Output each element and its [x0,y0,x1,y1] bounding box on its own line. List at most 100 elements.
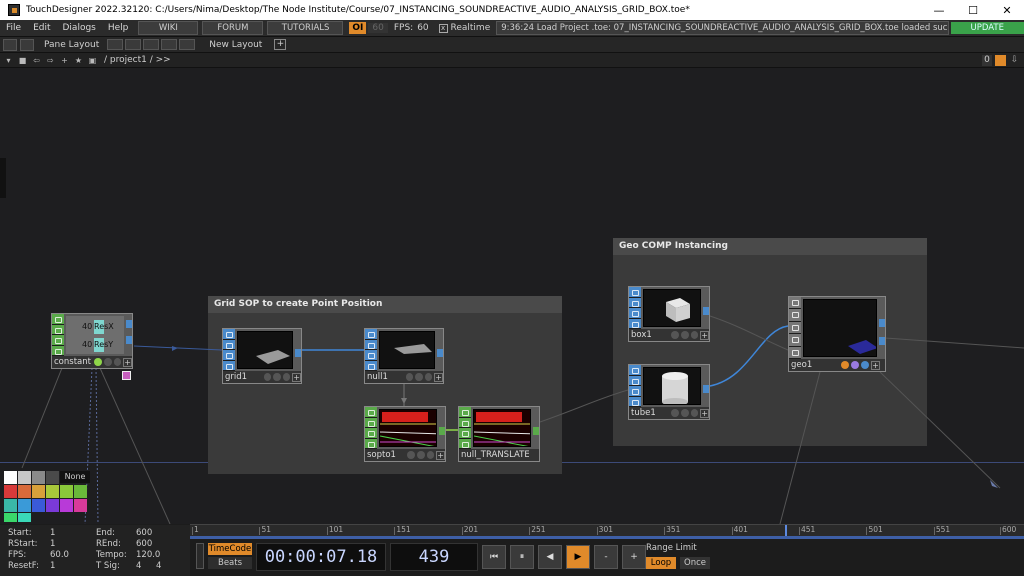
download-icon[interactable]: ⇩ [1009,55,1020,66]
realtime-checkbox[interactable]: x [438,23,448,33]
node-expand-button[interactable]: + [123,357,132,367]
node-null1[interactable]: null1 + [364,328,444,384]
node-tube1[interactable]: tube1 + [628,364,710,420]
node-side-buttons[interactable] [52,314,64,356]
loop-button[interactable]: Loop [646,557,676,569]
minimize-button[interactable]: — [922,4,956,17]
tsig-denominator[interactable]: 4 [156,561,161,571]
node-box1[interactable]: box1 + [628,286,710,342]
tsig-numerator[interactable]: 4 [136,561,141,571]
node-output-connector[interactable] [295,349,301,357]
palette-swatch[interactable] [4,513,17,522]
palette-icon[interactable]: ▣ [87,55,98,66]
palette-swatch[interactable] [60,499,73,512]
pane-split-horizontal-icon[interactable] [125,39,142,50]
node-output-connector[interactable] [879,337,885,345]
palette-swatch[interactable] [4,471,17,484]
viewer-toggle-button[interactable] [995,55,1006,66]
viewer-flag[interactable] [671,331,679,339]
palette-swatch[interactable] [74,499,87,512]
menu-file[interactable]: File [0,23,27,33]
palette-swatch[interactable] [4,485,17,498]
step-forward-button[interactable]: + [622,545,646,569]
pane-split-vertical-icon[interactable] [143,39,160,50]
pane-split-quad-icon[interactable] [161,39,178,50]
node-name[interactable]: sopto1 [365,450,405,460]
bypass-flag[interactable] [113,358,122,366]
time-mode-handle[interactable] [196,543,204,569]
node-side-buttons[interactable] [629,287,641,329]
forum-button[interactable]: FORUM [202,21,263,35]
palette-swatch[interactable] [32,471,45,484]
pane-menu-icon[interactable] [3,38,17,51]
node-grid1[interactable]: grid1 + [222,328,302,384]
node-name[interactable]: geo1 [789,360,839,370]
timeline-ruler[interactable]: 1 51 101 151 201 251 301 351 401 451 501 551 600 [190,524,1024,537]
display-flag[interactable] [416,451,425,459]
resetf-value[interactable]: 1 [50,561,55,571]
pane-download-icon[interactable] [20,38,34,51]
pane-split-single-icon[interactable] [107,39,124,50]
palette-none-option[interactable]: None [60,471,90,483]
palette-swatch[interactable] [18,499,31,512]
play-reverse-button[interactable]: ◀ [538,545,562,569]
fps-value[interactable]: 60.0 [50,550,69,560]
display-flag[interactable] [273,373,281,381]
node-name[interactable]: null_TRANSLATE [459,450,529,460]
node-geo1[interactable]: geo1 + [788,296,886,372]
export-flag-icon[interactable] [122,371,131,380]
node-side-buttons[interactable] [459,407,471,449]
add-layout-button[interactable]: + [274,39,287,50]
node-constant1[interactable]: 40 ResX 40 ResY constant1 + [51,313,133,369]
bypass-flag[interactable] [690,409,699,417]
node-side-buttons[interactable] [223,329,235,371]
viewer-flag[interactable] [264,373,272,381]
node-side-buttons[interactable] [365,329,377,371]
node-output-connector[interactable] [126,320,132,328]
menu-dialogs[interactable]: Dialogs [57,23,102,33]
palette-swatch[interactable] [32,499,45,512]
node-expand-button[interactable]: + [700,330,709,340]
node-null-translate[interactable]: null_TRANSLATE [458,406,540,462]
node-expand-button[interactable]: + [871,360,880,370]
render-flag[interactable] [841,361,849,369]
beats-tab[interactable]: Beats [208,557,252,569]
viewer-flag[interactable] [407,451,415,459]
node-expand-button[interactable]: + [436,450,445,460]
chevron-down-icon[interactable]: ▾ [3,55,14,66]
viewer-flag[interactable] [861,361,869,369]
stop-icon[interactable]: ■ [17,55,28,66]
rewind-button[interactable]: ⏮ [482,545,506,569]
node-output-connector[interactable] [879,319,885,327]
forward-arrow-icon[interactable]: ⇨ [45,55,56,66]
node-output-connector[interactable] [126,336,132,344]
node-output-connector[interactable] [533,427,539,435]
node-output-connector[interactable] [703,307,709,315]
node-expand-button[interactable]: + [700,408,709,418]
once-button[interactable]: Once [680,557,710,569]
timecode-tab[interactable]: TimeCode [208,543,252,555]
network-path[interactable]: / project1 / >> [104,55,171,65]
bypass-flag[interactable] [690,331,699,339]
display-flag[interactable] [851,361,859,369]
display-flag[interactable] [680,409,689,417]
node-expand-button[interactable]: + [434,372,443,382]
star-icon[interactable]: ★ [73,55,84,66]
node-side-buttons[interactable] [629,365,641,407]
palette-swatch[interactable] [46,471,59,484]
tempo-value[interactable]: 120.0 [136,550,160,560]
node-output-connector[interactable] [437,349,443,357]
node-sopto1[interactable]: sopto1 + [364,406,446,462]
rstart-value[interactable]: 1 [50,539,55,549]
node-side-buttons[interactable] [789,297,801,360]
back-arrow-icon[interactable]: ⇦ [31,55,42,66]
left-panel-tab[interactable] [0,158,6,198]
palette-swatch[interactable] [46,499,59,512]
bypass-flag[interactable] [282,373,291,381]
palette-swatch[interactable] [60,485,73,498]
palette-swatch[interactable] [46,485,59,498]
display-flag[interactable] [103,358,112,366]
viewer-flag[interactable] [671,409,679,417]
display-flag[interactable] [680,331,689,339]
start-value[interactable]: 1 [50,528,55,538]
